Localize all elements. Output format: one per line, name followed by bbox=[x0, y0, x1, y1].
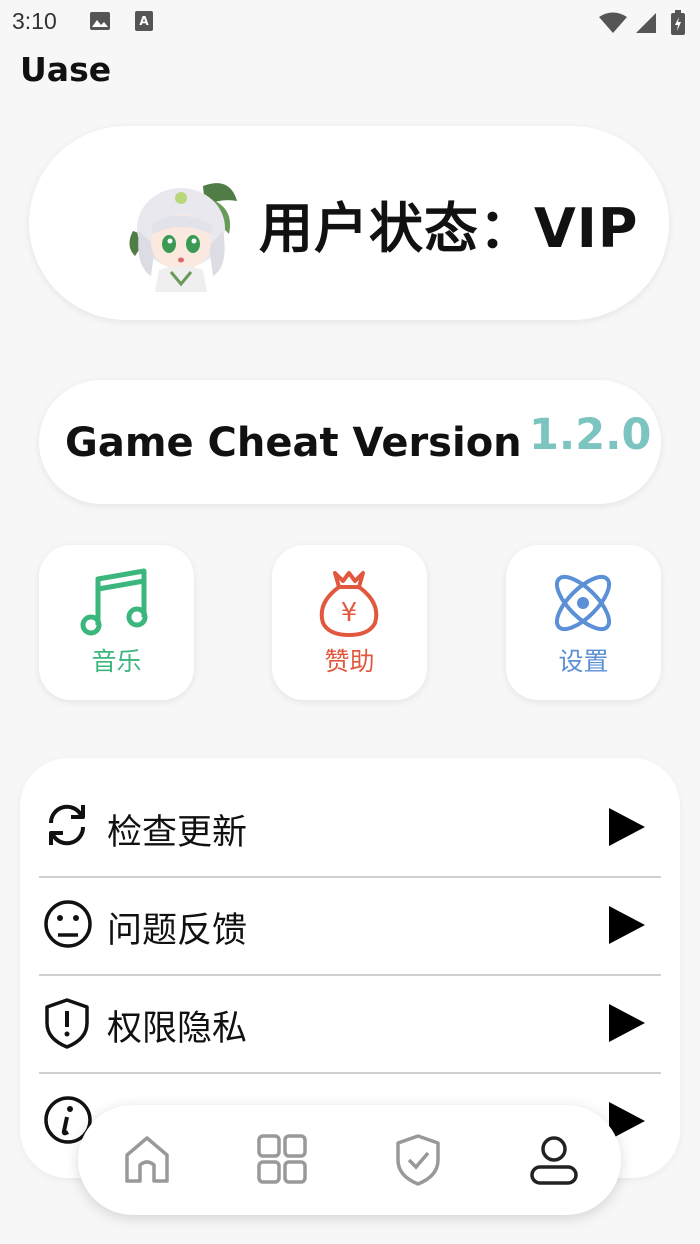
version-number: 1.2.0 bbox=[529, 410, 652, 460]
nav-shield-check-icon[interactable] bbox=[394, 1133, 442, 1191]
menu-item-label: 检查更新 bbox=[107, 813, 248, 853]
bottom-nav bbox=[78, 1105, 621, 1215]
user-status-card: 用户状态：VIP bbox=[29, 126, 669, 320]
sponsor-button[interactable]: ¥ 赞助 bbox=[272, 545, 427, 700]
menu-item-check-update[interactable]: 检查更新 bbox=[39, 778, 661, 878]
svg-text:¥: ¥ bbox=[341, 598, 358, 628]
version-label: Game Cheat Version bbox=[65, 420, 522, 466]
settings-label: 设置 bbox=[558, 647, 609, 676]
app-title: Uase bbox=[20, 50, 112, 89]
image-icon bbox=[89, 10, 111, 36]
a-text-icon: A bbox=[134, 10, 154, 36]
music-button[interactable]: 音乐 bbox=[39, 545, 194, 700]
music-note-icon bbox=[80, 568, 148, 636]
version-card: Game Cheat Version 1.2.0 bbox=[39, 380, 661, 504]
refresh-icon bbox=[43, 801, 91, 853]
music-label: 音乐 bbox=[91, 647, 142, 676]
nav-grid-icon[interactable] bbox=[256, 1133, 308, 1189]
nav-user-icon[interactable] bbox=[528, 1133, 580, 1191]
play-arrow-icon bbox=[607, 806, 647, 852]
svg-text:A: A bbox=[139, 14, 149, 28]
battery-icon bbox=[670, 10, 686, 40]
money-bag-icon: ¥ bbox=[319, 571, 379, 638]
nav-home-icon[interactable] bbox=[122, 1133, 172, 1191]
status-bar: 3:10 A bbox=[0, 0, 700, 48]
menu-item-feedback[interactable]: 问题反馈 bbox=[39, 876, 661, 976]
sponsor-label: 赞助 bbox=[324, 647, 375, 676]
signal-icon bbox=[635, 12, 657, 38]
play-arrow-icon bbox=[607, 904, 647, 950]
avatar bbox=[125, 176, 243, 294]
settings-button[interactable]: 设置 bbox=[506, 545, 661, 700]
menu-item-privacy[interactable]: 权限隐私 bbox=[39, 974, 661, 1074]
menu-item-label: 问题反馈 bbox=[107, 911, 248, 951]
play-arrow-icon bbox=[607, 1002, 647, 1048]
user-status-text: 用户状态：VIP bbox=[259, 197, 639, 260]
sad-face-icon bbox=[43, 899, 93, 953]
wifi-icon bbox=[598, 12, 628, 38]
shield-alert-icon bbox=[43, 997, 91, 1053]
status-time: 3:10 bbox=[12, 8, 57, 34]
atom-icon bbox=[555, 575, 611, 631]
menu-item-label: 权限隐私 bbox=[107, 1009, 248, 1049]
